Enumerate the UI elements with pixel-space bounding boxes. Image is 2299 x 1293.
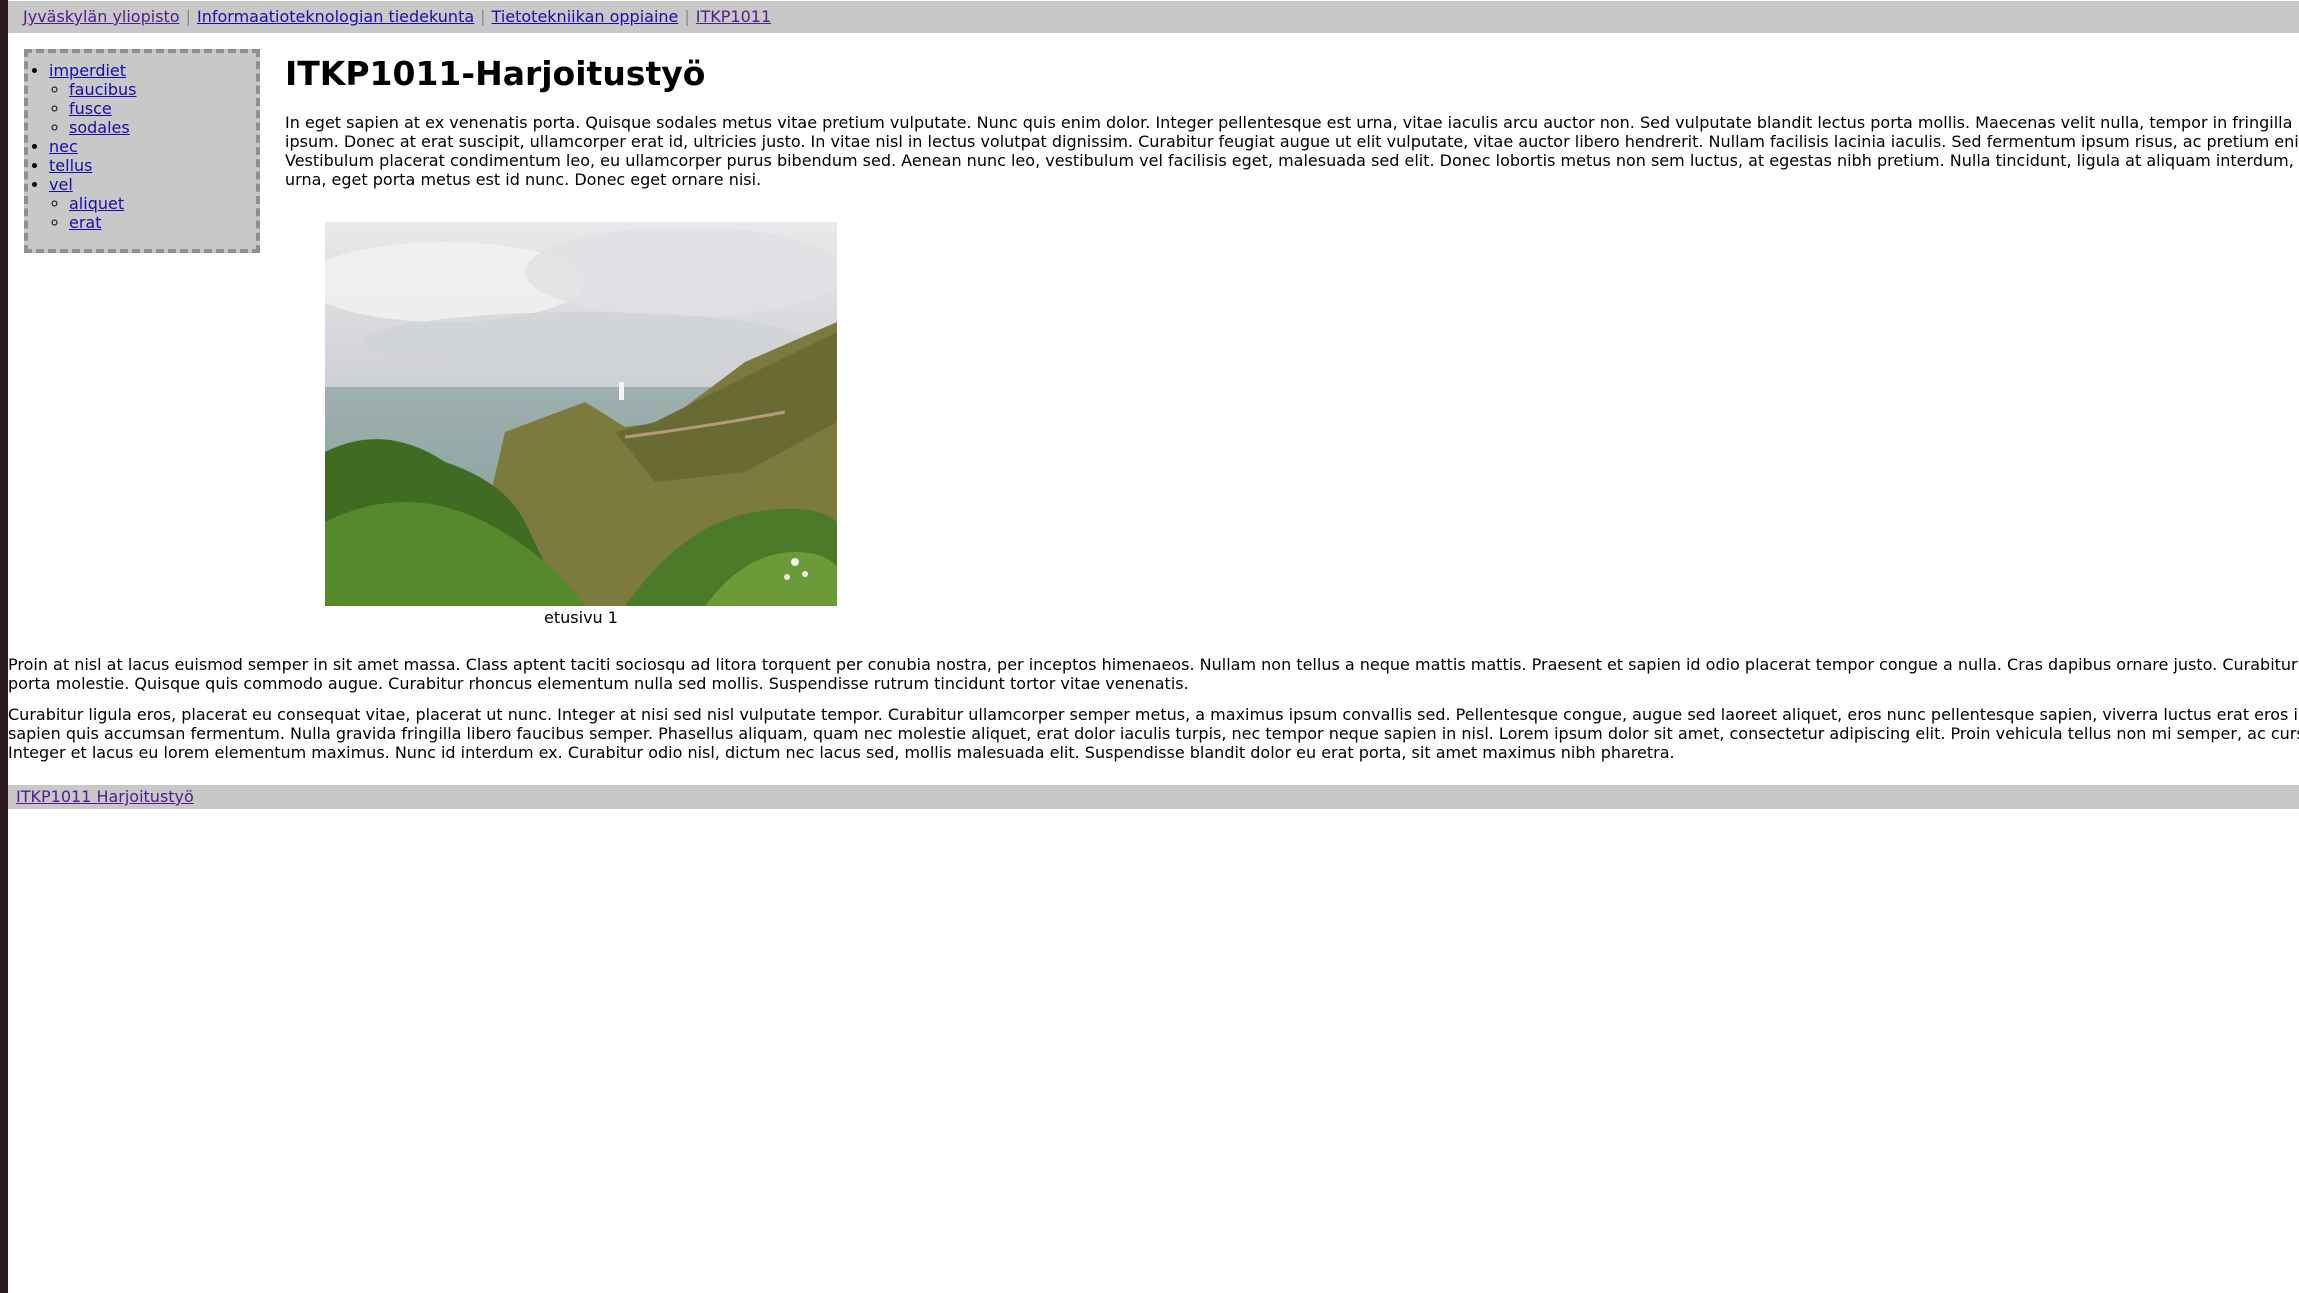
nav-link-tellus[interactable]: tellus (49, 156, 92, 175)
paragraph: Curabitur ligula eros, placerat eu conse… (8, 705, 2299, 762)
paragraph: Proin at nisl at lacus euismod semper in… (8, 655, 2298, 693)
nav-item-nec: nec (49, 137, 256, 156)
nav-list: imperdiet faucibus fusce sodales nec tel… (28, 61, 256, 232)
nav-item-tellus: tellus (49, 156, 256, 175)
nav-sublist: faucibus fusce sodales (49, 80, 256, 137)
window-edge (0, 0, 8, 1293)
nav-link-vel[interactable]: vel (49, 175, 73, 194)
side-navigation: imperdiet faucibus fusce sodales nec tel… (24, 49, 260, 253)
nav-item-imperdiet: imperdiet faucibus fusce sodales (49, 61, 256, 137)
figure-caption: etusivu 1 (544, 608, 618, 627)
nav-subitem: fusce (69, 99, 256, 118)
footer: ITKP1011 Harjoitustyö (8, 785, 2299, 809)
body-text: Proin at nisl at lacus euismod semper in… (8, 655, 2299, 774)
nav-link-nec[interactable]: nec (49, 137, 78, 156)
nav-sublist: aliquet erat (49, 194, 256, 232)
breadcrumb-separator: | (185, 7, 191, 26)
nav-item-vel: vel aliquet erat (49, 175, 256, 232)
nav-link-erat[interactable]: erat (69, 213, 102, 232)
breadcrumb-separator: | (684, 7, 690, 26)
nav-link-faucibus[interactable]: faucibus (69, 80, 136, 99)
breadcrumb-link-department[interactable]: Tietotekniikan oppiaine (492, 7, 679, 26)
intro-paragraph: In eget sapien at ex venenatis porta. Qu… (285, 113, 2299, 189)
nav-subitem: sodales (69, 118, 256, 137)
nav-link-fusce[interactable]: fusce (69, 99, 112, 118)
breadcrumb-separator: | (480, 7, 486, 26)
landscape-photo (325, 222, 837, 606)
breadcrumb-link-course[interactable]: ITKP1011 (696, 7, 771, 26)
nav-subitem: faucibus (69, 80, 256, 99)
nav-link-imperdiet[interactable]: imperdiet (49, 61, 126, 80)
breadcrumb-link-faculty[interactable]: Informaatioteknologian tiedekunta (197, 7, 474, 26)
page-title: ITKP1011-Harjoitustyö (285, 54, 706, 93)
nav-subitem: aliquet (69, 194, 256, 213)
main-content: ITKP1011-Harjoitustyö (285, 44, 2299, 104)
breadcrumb: Jyväskylän yliopisto | Informaatioteknolog… (8, 1, 2299, 33)
page: Jyväskylän yliopisto | Informaatioteknolog… (8, 0, 2299, 1293)
breadcrumb-link-university[interactable]: Jyväskylän yliopisto (23, 7, 180, 26)
nav-subitem: erat (69, 213, 256, 232)
figure: etusivu 1 (325, 222, 837, 628)
footer-link[interactable]: ITKP1011 Harjoitustyö (16, 787, 194, 806)
nav-link-sodales[interactable]: sodales (69, 118, 130, 137)
nav-link-aliquet[interactable]: aliquet (69, 194, 124, 213)
